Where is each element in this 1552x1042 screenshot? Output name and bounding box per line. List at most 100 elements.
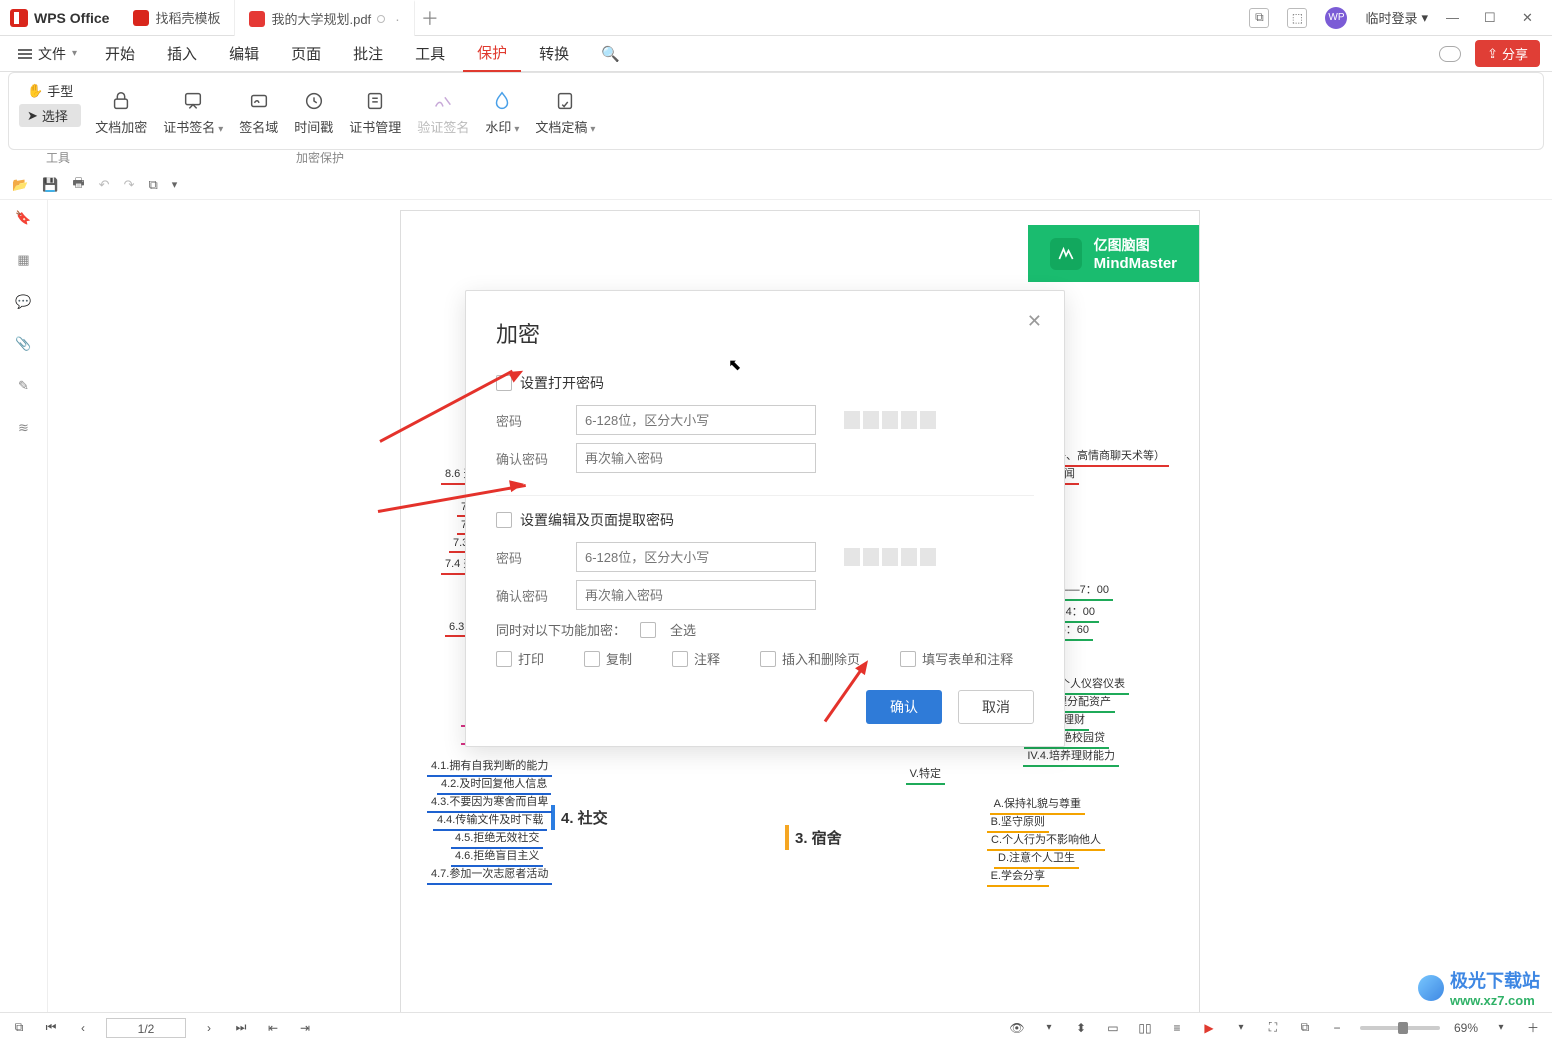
next-page-icon[interactable]: ›: [200, 1019, 218, 1037]
chevron-down-icon[interactable]: ▾: [172, 178, 178, 191]
redo-icon[interactable]: ↷: [124, 177, 135, 193]
edit-password-confirm-input[interactable]: [576, 580, 816, 610]
thumbnails-icon[interactable]: ▦: [17, 252, 29, 268]
eye-icon[interactable]: 👁: [1008, 1019, 1026, 1037]
login-button[interactable]: 临时登录 ▾: [1365, 8, 1428, 27]
clock-icon: [302, 89, 326, 113]
chevron-down-icon[interactable]: ▾: [1232, 1019, 1250, 1037]
two-page-icon[interactable]: ▯▯: [1136, 1019, 1154, 1037]
ribbon-cert-sign[interactable]: 证书签名: [155, 79, 231, 145]
pdf-file-icon: [249, 11, 265, 27]
single-page-icon[interactable]: ▭: [1104, 1019, 1122, 1037]
comment-icon[interactable]: 💬: [15, 294, 31, 310]
password-label: 密码: [496, 411, 558, 430]
open-password-input[interactable]: [576, 405, 816, 435]
select-tool[interactable]: ➤ 选择: [19, 104, 81, 127]
menu-annotate[interactable]: 批注: [339, 36, 397, 72]
new-tab-button[interactable]: ＋: [415, 5, 445, 31]
ribbon-timestamp[interactable]: 时间戳: [286, 79, 341, 145]
checkbox-annotate[interactable]: [672, 651, 688, 667]
mm-node: 4.7.参加一次志愿者活动: [427, 863, 552, 885]
clipboard-icon[interactable]: ⧉: [148, 177, 157, 193]
menu-insert[interactable]: 插入: [153, 36, 211, 72]
checkbox-print[interactable]: [496, 651, 512, 667]
tab-template-store[interactable]: 找稻壳模板: [119, 0, 235, 36]
cursor-icon: ➤: [27, 108, 38, 124]
panel-toggle-icon[interactable]: ⧉: [1249, 8, 1269, 28]
window-maximize-icon[interactable]: ☐: [1484, 10, 1504, 26]
cert-manage-icon: [363, 89, 387, 113]
last-page-icon[interactable]: ⏭: [232, 1019, 250, 1037]
ribbon-verify-sign: 验证签名: [409, 79, 477, 145]
file-label: 文件: [38, 44, 66, 64]
page-number-input[interactable]: 1/2: [106, 1018, 186, 1038]
box-icon[interactable]: ⬚: [1287, 8, 1307, 28]
encrypt-dialog: 加密 ✕ 设置打开密码 密码 确认密码 设置编辑及页面提取密码 密码 确认密码: [465, 290, 1065, 747]
ribbon-doc-encrypt[interactable]: 文档加密: [87, 79, 155, 145]
hand-tool[interactable]: ✋ 手型: [19, 79, 81, 102]
file-menu[interactable]: 文件 ▾: [8, 44, 87, 64]
user-avatar-icon[interactable]: WP: [1325, 7, 1347, 29]
checkbox-edit-password[interactable]: [496, 512, 512, 528]
chevron-down-icon[interactable]: ▾: [1040, 1019, 1058, 1037]
ok-button[interactable]: 确认: [866, 690, 942, 724]
bookmark-icon[interactable]: 🔖: [15, 210, 31, 226]
tab-current-document[interactable]: 我的大学规划.pdf ·: [235, 0, 414, 36]
tab-label: 我的大学规划.pdf: [271, 9, 371, 28]
checkbox-copy[interactable]: [584, 651, 600, 667]
zoom-out-icon[interactable]: −: [1328, 1019, 1346, 1037]
menu-start[interactable]: 开始: [91, 36, 149, 72]
fullscreen-icon[interactable]: ⛶: [1264, 1019, 1282, 1037]
menu-convert[interactable]: 转换: [525, 36, 583, 72]
crop-icon[interactable]: ⧉: [1296, 1019, 1314, 1037]
ribbon: ✋ 手型 ➤ 选择 文档加密 证书签名 签名域 时间戳 证书管理: [0, 72, 1552, 170]
menu-edit[interactable]: 编辑: [215, 36, 273, 72]
open-password-confirm-input[interactable]: [576, 443, 816, 473]
continuous-icon[interactable]: ≡: [1168, 1019, 1186, 1037]
chevron-down-icon: ▾: [72, 48, 77, 59]
ribbon-watermark[interactable]: 水印: [477, 79, 527, 145]
signature-field-icon: [247, 89, 271, 113]
first-page-icon[interactable]: ⏮: [42, 1019, 60, 1037]
window-close-icon[interactable]: ✕: [1522, 10, 1542, 26]
pen-icon[interactable]: ✎: [18, 378, 29, 394]
save-icon[interactable]: 💾: [42, 177, 58, 193]
menu-tools[interactable]: 工具: [401, 36, 459, 72]
ribbon-sign-field[interactable]: 签名域: [231, 79, 286, 145]
menu-protect[interactable]: 保护: [463, 36, 521, 72]
lock-icon: [109, 89, 133, 113]
mm-node: V.特定: [906, 763, 945, 785]
nav-back-icon[interactable]: ⇤: [264, 1019, 282, 1037]
cancel-button[interactable]: 取消: [958, 690, 1034, 724]
menu-search-icon[interactable]: 🔍: [587, 36, 634, 72]
dialog-close-icon[interactable]: ✕: [1027, 311, 1042, 332]
checkbox-insert-delete[interactable]: [760, 651, 776, 667]
tab-close-icon[interactable]: ·: [395, 11, 400, 27]
zoom-slider[interactable]: [1360, 1026, 1440, 1030]
ribbon-finalize[interactable]: 文档定稿: [527, 79, 603, 145]
attachment-icon[interactable]: 📎: [15, 336, 31, 352]
ribbon-group-tools: 工具: [46, 149, 70, 166]
play-icon[interactable]: ▶: [1200, 1019, 1218, 1037]
undo-icon[interactable]: ↶: [99, 177, 110, 193]
share-button[interactable]: ⇪ 分享: [1475, 40, 1540, 67]
menu-page[interactable]: 页面: [277, 36, 335, 72]
prev-page-icon[interactable]: ‹: [74, 1019, 92, 1037]
edit-password-input[interactable]: [576, 542, 816, 572]
hand-icon: ✋: [27, 83, 43, 99]
zoom-in-icon[interactable]: ＋: [1524, 1019, 1542, 1037]
confirm-password-label: 确认密码: [496, 586, 558, 605]
checkbox-form-annot[interactable]: [900, 651, 916, 667]
print-icon[interactable]: 🖶: [72, 174, 84, 196]
ribbon-cert-manage[interactable]: 证书管理: [341, 79, 409, 145]
layers-icon[interactable]: ≋: [18, 420, 29, 436]
sidebar-toggle-icon[interactable]: ⧉: [10, 1019, 28, 1037]
chevron-down-icon[interactable]: ▾: [1492, 1019, 1510, 1037]
window-minimize-icon[interactable]: ―: [1446, 10, 1466, 25]
cloud-sync-icon[interactable]: [1439, 46, 1461, 62]
checkbox-select-all[interactable]: [640, 622, 656, 638]
nav-fwd-icon[interactable]: ⇥: [296, 1019, 314, 1037]
fit-width-icon[interactable]: ⬍: [1072, 1019, 1090, 1037]
quick-access-bar: 📂 💾 🖶 ↶ ↷ ⧉ ▾: [0, 170, 1552, 200]
open-icon[interactable]: 📂: [12, 177, 28, 193]
